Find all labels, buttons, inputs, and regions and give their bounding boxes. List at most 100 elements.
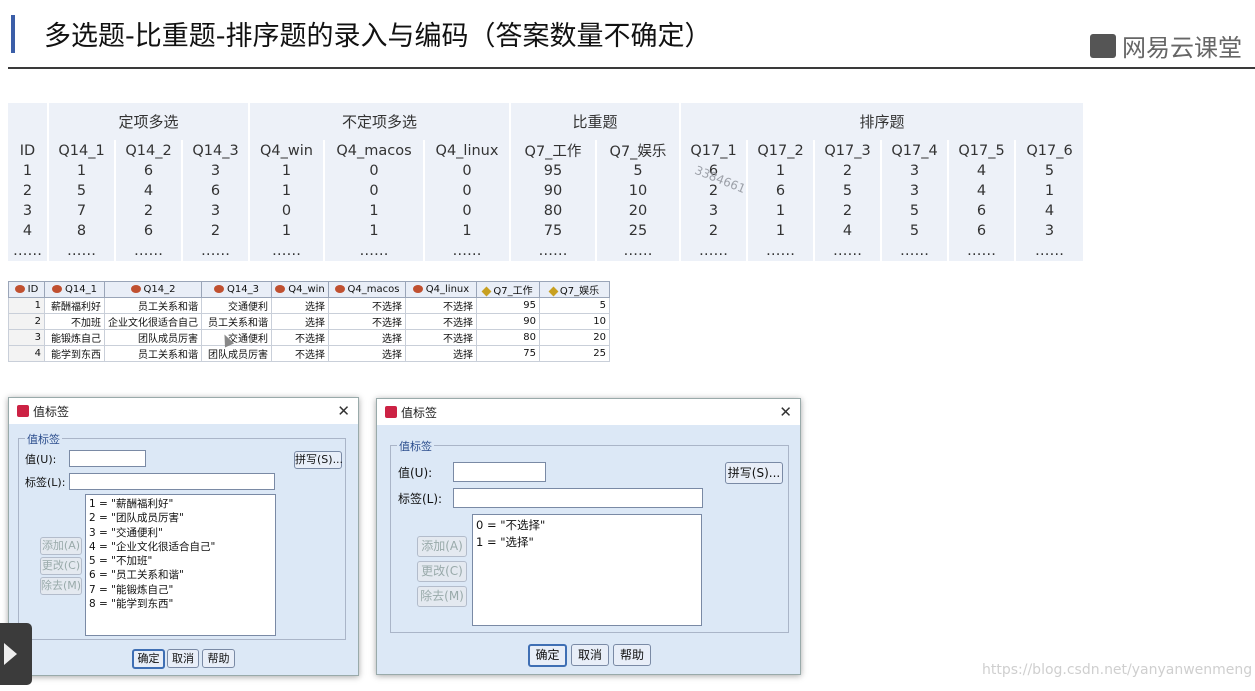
spss-cell[interactable]: 选择 — [405, 345, 477, 362]
spell-button[interactable]: 拼写(S)... — [725, 462, 783, 484]
table-cell: 1 — [8, 161, 49, 181]
spss-column-header[interactable]: Q14_1 — [44, 281, 105, 298]
label-field[interactable] — [453, 488, 703, 508]
change-button[interactable]: 更改(C) — [40, 557, 82, 575]
spss-cell[interactable]: 能学到东西 — [44, 345, 105, 362]
spss-cell[interactable]: 5 — [539, 297, 610, 314]
list-item[interactable]: 8 = "能学到东西" — [89, 597, 272, 611]
spss-column-header[interactable]: Q7_娱乐 — [539, 281, 610, 298]
value-field[interactable] — [69, 450, 146, 467]
ok-button[interactable]: 确定 — [528, 644, 567, 667]
spss-cell[interactable]: 交通便利 — [201, 297, 272, 314]
spss-cell[interactable]: 团队成员厉害 — [201, 345, 272, 362]
value-label-list[interactable]: 0 = "不选择" 1 = "选择" — [472, 514, 702, 626]
spss-cell[interactable]: 不选择 — [328, 297, 406, 314]
table-cell: 3 — [8, 201, 49, 221]
spss-cell[interactable]: 选择 — [328, 345, 406, 362]
table-cell: 8 — [48, 221, 116, 241]
table-cell: 3 — [680, 201, 748, 221]
spss-row-number[interactable]: 2 — [8, 313, 45, 330]
spss-cell[interactable]: 薪酬福利好 — [44, 297, 105, 314]
spss-cell[interactable]: 90 — [476, 313, 540, 330]
list-item[interactable]: 3 = "交通便利" — [89, 526, 272, 540]
spss-column-header[interactable]: ID — [8, 281, 45, 298]
spss-column-header[interactable]: Q4_win — [271, 281, 329, 298]
spss-cell[interactable]: 95 — [476, 297, 540, 314]
spss-cell[interactable]: 选择 — [328, 329, 406, 346]
spss-cell[interactable]: 选择 — [271, 297, 329, 314]
spss-row-number[interactable]: 4 — [8, 345, 45, 362]
spss-cell[interactable]: 不选择 — [405, 329, 477, 346]
list-item[interactable]: 1 = "选择" — [476, 534, 698, 551]
blog-watermark: https://blog.csdn.net/yanyanwenmeng — [982, 662, 1253, 678]
spss-cell[interactable]: 不选择 — [271, 329, 329, 346]
spss-column-name: Q4_win — [288, 284, 325, 295]
spss-cell[interactable]: 80 — [476, 329, 540, 346]
table-cell: 5 — [48, 181, 116, 201]
spss-cell[interactable]: 选择 — [271, 313, 329, 330]
value-field[interactable] — [453, 462, 546, 482]
spss-cell[interactable]: 能锻炼自己 — [44, 329, 105, 346]
table-row: 1 1 6 3 1 0 0 95 5 6 1 2 3 4 5 — [8, 161, 1085, 181]
help-button[interactable]: 帮助 — [613, 644, 651, 666]
table-cell: 80 — [510, 201, 597, 221]
list-item[interactable]: 2 = "团队成员厉害" — [89, 511, 272, 525]
table-cell: 0 — [424, 161, 511, 181]
spss-cell[interactable]: 25 — [539, 345, 610, 362]
list-item[interactable]: 6 = "员工关系和谐" — [89, 568, 272, 582]
remove-button[interactable]: 除去(M) — [40, 577, 82, 595]
spss-cell[interactable]: 75 — [476, 345, 540, 362]
spss-row: 4 能学到东西 员工关系和谐 团队成员厉害 不选择 选择 选择 75 25 — [8, 345, 610, 362]
spss-cell[interactable]: 不选择 — [405, 313, 477, 330]
spss-cell[interactable]: 员工关系和谐 — [201, 313, 272, 330]
label-field[interactable] — [69, 473, 275, 490]
spss-cell[interactable]: 不加班 — [44, 313, 105, 330]
spss-cell[interactable]: 团队成员厉害 — [104, 329, 202, 346]
play-icon[interactable] — [4, 643, 17, 665]
spss-cell[interactable]: 员工关系和谐 — [104, 345, 202, 362]
column-header: Q14_2 — [115, 140, 183, 161]
spss-column-header[interactable]: Q14_3 — [201, 281, 272, 298]
list-item[interactable]: 5 = "不加班" — [89, 554, 272, 568]
ok-button[interactable]: 确定 — [132, 649, 165, 669]
spell-button[interactable]: 拼写(S)... — [294, 451, 343, 469]
spss-cell[interactable]: 交通便利 — [201, 329, 272, 346]
group-empty — [8, 103, 49, 140]
spss-cell[interactable]: 员工关系和谐 — [104, 297, 202, 314]
cancel-button[interactable]: 取消 — [571, 644, 609, 666]
list-item[interactable]: 7 = "能锻炼自己" — [89, 583, 272, 597]
spss-column-header[interactable]: Q4_linux — [405, 281, 477, 298]
add-button[interactable]: 添加(A) — [417, 536, 467, 557]
spss-row-number[interactable]: 1 — [8, 297, 45, 314]
spss-column-header[interactable]: Q7_工作 — [476, 281, 540, 298]
table-cell: 90 — [510, 181, 597, 201]
spss-cell[interactable]: 不选择 — [271, 345, 329, 362]
list-item[interactable]: 1 = "薪酬福利好" — [89, 497, 272, 511]
video-play-control[interactable] — [0, 623, 32, 685]
add-button[interactable]: 添加(A) — [40, 537, 82, 555]
spss-cell[interactable]: 不选择 — [405, 297, 477, 314]
table-cell: 5 — [814, 181, 882, 201]
cancel-button[interactable]: 取消 — [167, 649, 199, 668]
spss-cell[interactable]: 10 — [539, 313, 610, 330]
spss-data-grid[interactable]: ID Q14_1 Q14_2 Q14_3 Q4_win Q4_macos Q4_linux Q… — [8, 281, 610, 362]
table-row: ……………………………………………………………………………… — [8, 241, 1085, 261]
spss-row-number[interactable]: 3 — [8, 329, 45, 346]
spss-cell[interactable]: 不选择 — [328, 313, 406, 330]
spss-column-header[interactable]: Q4_macos — [328, 281, 406, 298]
spss-cell[interactable]: 企业文化很适合自己 — [104, 313, 202, 330]
spss-cell[interactable]: 20 — [539, 329, 610, 346]
list-item[interactable]: 0 = "不选择" — [476, 517, 698, 534]
value-label-list[interactable]: 1 = "薪酬福利好" 2 = "团队成员厉害" 3 = "交通便利" 4 = … — [85, 494, 276, 636]
value-labels-dialog-left: 值标签 ✕ 值标签 值(U): 标签(L): 拼写(S)... 1 = "薪酬福… — [8, 397, 359, 676]
list-item[interactable]: 4 = "企业文化很适合自己" — [89, 540, 272, 554]
table-cell: 95 — [510, 161, 597, 181]
spss-column-header[interactable]: Q14_2 — [104, 281, 202, 298]
close-icon[interactable]: ✕ — [337, 402, 350, 420]
close-icon[interactable]: ✕ — [779, 403, 792, 421]
table-cell: 1 — [747, 161, 815, 181]
remove-button[interactable]: 除去(M) — [417, 586, 467, 607]
help-button[interactable]: 帮助 — [202, 649, 235, 668]
change-button[interactable]: 更改(C) — [417, 561, 467, 582]
value-field-label: 值(U): — [398, 466, 433, 480]
